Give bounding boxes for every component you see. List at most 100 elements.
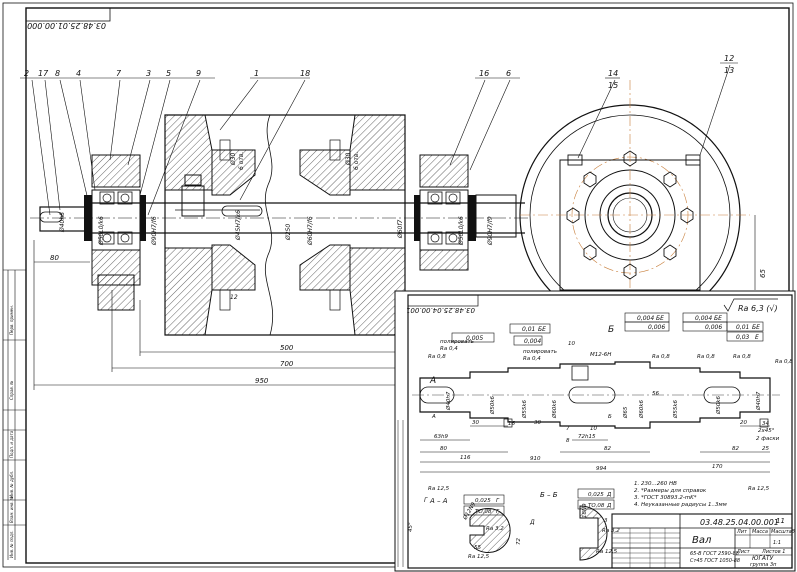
title-block-code: 03.48.25.04.00.001: [700, 518, 779, 527]
dim-116: 116: [460, 455, 471, 461]
dim-d250: Ø250: [285, 224, 292, 241]
shaft-d-8: Ø50k6: [715, 395, 722, 415]
ra-08-b: Ra 0,8: [652, 354, 670, 360]
sec-b-tol-1: 0,025: [588, 492, 604, 498]
strip-label-2: Справ. №: [9, 381, 14, 400]
balloon-13: 13: [724, 66, 734, 75]
note-4: 4. Неуказанные радиусы 1..3мм: [634, 502, 727, 508]
title-block-sheet: 11: [776, 517, 785, 525]
polirovat-1: полировать: [440, 339, 474, 345]
tol-2-base: БЕ: [538, 326, 546, 333]
shaft-d-2: Ø50k6: [489, 395, 496, 415]
tol-4-base: БЕ: [656, 315, 664, 322]
dim-d60f7: Ø60f7: [397, 220, 404, 239]
dim-d45: Ø45H7/k6: [235, 210, 242, 241]
dim-d56: Ø56: [141, 222, 148, 236]
dim-7: 7: [566, 426, 570, 432]
sec-a-tol-1: 0,025: [475, 498, 491, 504]
section-a-title: А – А: [429, 497, 448, 505]
dim-d90-right: Ø90H7/f9: [487, 216, 494, 246]
sec-b-18n9: 18N9: [582, 503, 588, 518]
note-2: 2. *Размеры для справок: [634, 488, 707, 494]
ra-04-a: Ra 0,4: [440, 346, 458, 352]
dim-63h9: 63h9: [434, 434, 448, 440]
section-b-title: Б – Б: [540, 491, 558, 499]
shaft-d-4: Ø60k6: [551, 399, 558, 419]
right-housing-top: [419, 154, 469, 188]
balloon-8: 8: [55, 69, 60, 78]
balloon-7: 7: [116, 69, 122, 78]
shaft-l-56: 56: [652, 391, 659, 397]
shaft-d-9: Ø40h7: [755, 391, 762, 411]
balloon-4: 4: [76, 69, 81, 78]
sec-a-ra125: Ra 12,5: [468, 554, 490, 560]
dim-80-main: 80: [50, 254, 59, 262]
dim-910: 910: [530, 456, 541, 462]
balloon-5: 5: [166, 69, 171, 78]
title-block-sheets: Листов 1: [761, 549, 785, 555]
sec-a-angle: 45°: [408, 522, 414, 532]
polirovat-2: полировать: [523, 349, 557, 355]
dim-30-a: 30: [472, 420, 479, 426]
ra-12-5-a: Ra 12,5: [428, 486, 450, 492]
tol-6: 0,004: [695, 315, 712, 322]
dim-80-detail: 80: [440, 446, 447, 452]
ra-08-a: Ra 0,8: [428, 354, 446, 360]
balloon-14: 14: [608, 69, 618, 78]
main-code-box: [25, 7, 111, 22]
sec-b-tol-2b: Д: [606, 503, 612, 509]
tol-8-base: БЕ: [752, 324, 760, 331]
dim-950: 950: [255, 377, 269, 385]
tol-8: 0,01: [736, 324, 749, 331]
dim-10-top: 10: [568, 341, 575, 347]
strip-label-6: Инв. № подл.: [9, 530, 14, 558]
detail-b-bottom: Б: [608, 414, 612, 420]
ra-08-e: Ra 0,8: [775, 359, 793, 365]
main-code-mirrored: 03.48.25.01.00.000: [27, 21, 106, 30]
title-block-material-2: Ст45 ГОСТ 1050-88: [690, 558, 740, 564]
strip-label-5: Взам. инв. №: [9, 496, 14, 523]
shaft-l-16: 16: [508, 421, 515, 427]
tol-3: 0,004: [524, 338, 541, 345]
dim-d40h8: Ø40h8: [59, 212, 66, 233]
strip-label-3: Подп. и дата: [9, 430, 14, 458]
dim-82-a: 82: [604, 446, 611, 452]
dim-8: 8: [566, 438, 570, 444]
balloon-2: 2: [24, 69, 29, 78]
ra-08-c: Ra 0,8: [697, 354, 715, 360]
balloon-12: 12: [724, 54, 734, 63]
title-block-scale: 1:1: [773, 540, 781, 546]
ra-08-d: Ra 0,8: [733, 354, 751, 360]
left-foot: [97, 274, 135, 311]
detail-code-mirrored: 03.48.25.04.00.001: [406, 306, 475, 314]
tol-6-base: БЕ: [714, 315, 722, 322]
tol-4: 0,004: [637, 315, 654, 322]
dim-500: 500: [280, 344, 294, 352]
sec-b-3: 3: [604, 518, 608, 524]
balloon-16: 16: [479, 69, 489, 78]
title-block-name: Вал: [692, 535, 712, 546]
sec-a-ra32: Ra 3,2: [486, 526, 504, 532]
sec-a-55: 55: [474, 545, 481, 551]
dim-700: 700: [280, 360, 294, 368]
dim-d60: Ø60H7/f6: [307, 216, 314, 246]
dim-20: 20: [740, 420, 747, 426]
dim-holes-right: 6 отв.: [353, 152, 360, 170]
dim-holes-left: 6 отв.: [238, 152, 245, 170]
balloon-9: 9: [196, 69, 201, 78]
title-block-mass: Масса: [752, 529, 768, 535]
dim-994: 994: [596, 466, 607, 472]
dim-82-b: 82: [732, 446, 739, 452]
shaft-d-3: Ø55k6: [521, 399, 528, 419]
dim-65: 65: [759, 269, 767, 278]
detail-a-bottom: А: [431, 414, 436, 420]
dim-chamfer-note: 2 фаски: [756, 436, 780, 442]
tol-5: 0,006: [648, 324, 665, 331]
dim-d30-right: Ø30: [345, 152, 352, 166]
strip-label-1: Перв. примен.: [9, 305, 14, 335]
dim-25: 25: [762, 446, 769, 452]
tol-7: 0,006: [705, 324, 722, 331]
dim-30-b: 30: [534, 420, 541, 426]
dim-10-bottom: 10: [590, 426, 597, 432]
balloon-6: 6: [506, 69, 511, 78]
